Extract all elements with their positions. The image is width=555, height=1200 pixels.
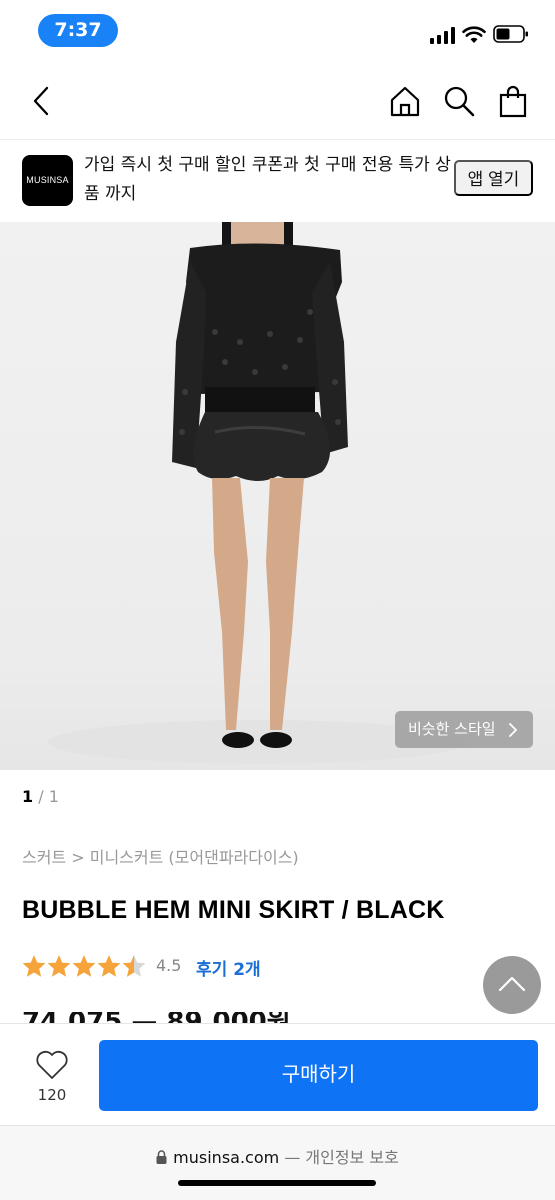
heart-icon[interactable] [35,1050,69,1080]
top-navigation-bar [0,64,555,140]
open-app-button[interactable]: 앱 열기 [454,160,533,196]
model-photo [48,222,468,764]
breadcrumb[interactable]: 스커트 > 미니스커트 (모어댄파라다이스) [22,844,299,868]
search-icon[interactable] [442,84,476,118]
status-time: 7:37 [38,14,118,47]
url-text: musinsa.com — 개인정보 보호 [0,1144,555,1168]
pager-current: 1 [22,787,34,806]
similar-style-button[interactable]: 비슷한 스타일 [395,711,533,748]
back-arrow-icon[interactable] [26,84,60,118]
musinsa-logo: MUSINSA [22,155,73,206]
cellular-signal-icon [430,27,456,44]
browser-url-bar[interactable]: musinsa.com — 개인정보 보호 [0,1125,555,1200]
status-bar: 7:37 [0,0,555,64]
banner-message: 가입 즉시 첫 구매 할인 쿠폰과 첫 구매 전용 특가 상품 까지 [84,155,451,204]
wifi-icon [462,26,486,43]
product-image[interactable]: 비슷한 스타일 [0,222,555,770]
url-privacy-label: — 개인정보 보호 [284,1148,399,1167]
home-icon[interactable] [388,84,422,118]
home-indicator[interactable] [178,1180,376,1186]
like-count: 120 [37,1086,67,1104]
url-domain: musinsa.com [173,1148,280,1167]
image-pager: 1 / 1 [22,787,59,806]
lock-icon [156,1150,167,1164]
pager-total: / 1 [38,787,59,806]
scroll-to-top-button[interactable] [483,956,541,1014]
chevron-right-icon [509,723,518,737]
rating-value: 4.5 [156,956,182,975]
battery-icon [493,25,528,43]
shopping-bag-icon[interactable] [496,84,530,118]
chevron-up-icon [498,976,526,992]
product-title: BUBBLE HEM MINI SKIRT / BLACK [22,896,445,924]
similar-style-label: 비슷한 스타일 [408,720,496,738]
app-install-banner: MUSINSA 가입 즉시 첫 구매 할인 쿠폰과 첫 구매 전용 특가 상품 … [0,140,555,222]
purchase-bar: 120 구매하기 [0,1023,555,1125]
review-count-link[interactable]: 후기 2개 [196,955,261,980]
buy-button[interactable]: 구매하기 [99,1040,538,1111]
star-rating-icon [22,955,146,977]
